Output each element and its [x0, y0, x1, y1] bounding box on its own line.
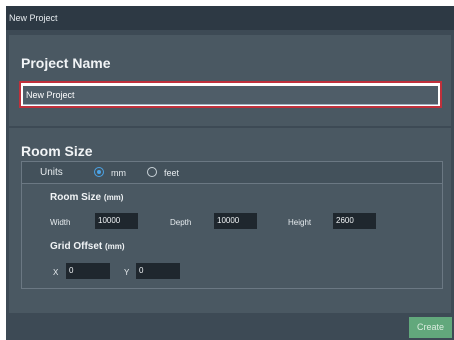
width-label: Width: [50, 218, 71, 227]
room-size-section-title: Room Size: [21, 143, 93, 159]
project-name-input[interactable]: [23, 86, 438, 105]
depth-input[interactable]: 10000: [214, 213, 257, 229]
project-name-focus-outline: [19, 81, 442, 108]
grid-x-input[interactable]: 0: [66, 263, 110, 279]
height-label: Height: [288, 218, 312, 227]
window-title: New Project: [6, 6, 454, 30]
room-size-group: Units mm feet Room Size (mm) Width 10000…: [21, 161, 443, 289]
units-bar: Units mm feet: [22, 162, 442, 184]
project-name-title: Project Name: [21, 55, 111, 71]
units-feet-label[interactable]: feet: [164, 168, 179, 178]
grid-offset-unit: (mm): [105, 242, 125, 251]
grid-y-label: Y: [124, 268, 130, 277]
depth-label: Depth: [170, 218, 192, 227]
create-button[interactable]: Create: [409, 317, 452, 338]
grid-y-input[interactable]: 0: [136, 263, 180, 279]
units-feet-radio[interactable]: [147, 167, 157, 177]
width-input[interactable]: 10000: [95, 213, 138, 229]
units-label: Units: [40, 167, 63, 178]
room-size-panel: Room Size Units mm feet Room Size (mm) W…: [9, 128, 451, 313]
units-mm-label[interactable]: mm: [111, 168, 126, 178]
height-input[interactable]: 2600: [333, 213, 376, 229]
room-size-subtitle: Room Size (mm): [50, 192, 123, 203]
new-project-dialog: New Project Project Name Room Size Units…: [6, 6, 454, 340]
room-size-subtitle-text: Room Size: [50, 192, 102, 203]
grid-x-label: X: [53, 268, 59, 277]
grid-offset-subtitle-text: Grid Offset: [50, 241, 103, 252]
room-size-unit: (mm): [103, 193, 124, 202]
dialog-footer: Create: [6, 314, 454, 340]
project-name-panel: Project Name: [9, 35, 451, 126]
grid-offset-subtitle: Grid Offset (mm): [50, 241, 125, 252]
units-mm-radio[interactable]: [94, 167, 104, 177]
